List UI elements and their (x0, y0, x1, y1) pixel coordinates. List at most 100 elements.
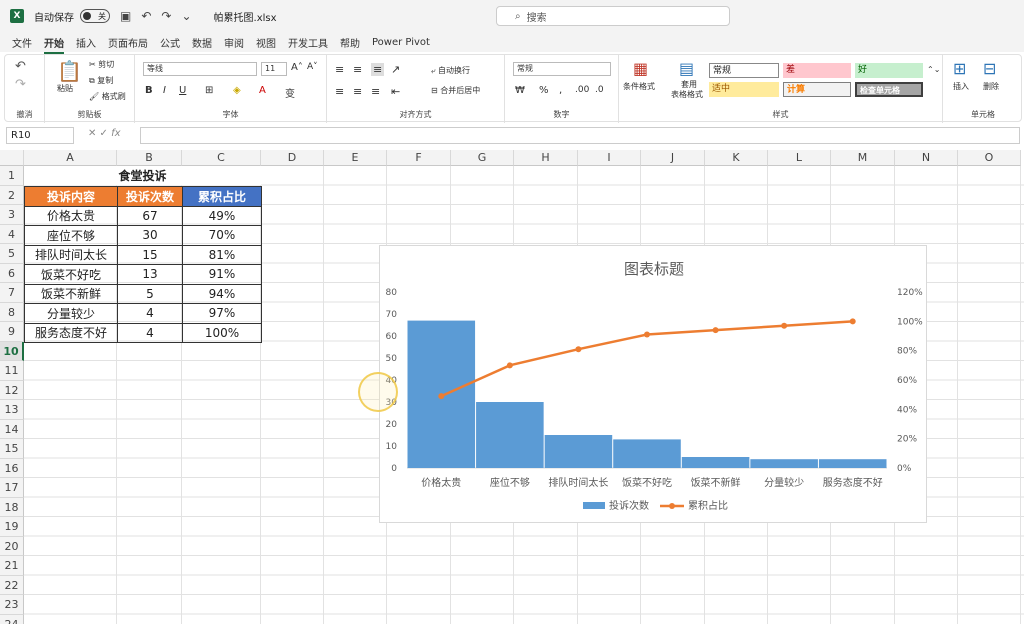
table-header-cell[interactable]: 累积占比 (182, 186, 262, 207)
column-header-L[interactable]: L (768, 150, 831, 166)
align-right-icon[interactable]: ≡ (371, 85, 380, 98)
column-header-E[interactable]: E (324, 150, 387, 166)
table-cell[interactable]: 30 (117, 225, 183, 246)
tab-4[interactable]: 公式 (160, 35, 180, 50)
conditional-format-icon[interactable]: ▦ (633, 59, 648, 78)
tab-8[interactable]: 开发工具 (288, 35, 328, 50)
row-header-14[interactable]: 14 (0, 419, 24, 439)
row-header-22[interactable]: 22 (0, 575, 24, 595)
align-center-icon[interactable]: ≡ (353, 85, 362, 98)
table-cell[interactable]: 饭菜不新鲜 (24, 283, 118, 304)
decrease-decimal-icon[interactable]: .0 (595, 85, 604, 95)
column-header-O[interactable]: O (958, 150, 1021, 166)
worksheet[interactable]: 食堂投诉 投诉内容 投诉次数 累积占比 价格太贵 67 49% 座位不够 30 70% 排队时间太… (0, 150, 1024, 624)
wrap-text-button[interactable]: ⤶ 自动换行 (431, 65, 470, 76)
save-icon[interactable]: ▣ (120, 9, 131, 23)
number-format-select[interactable]: 常规 (513, 62, 611, 76)
comma-icon[interactable]: , (559, 85, 562, 96)
tab-1[interactable]: 开始 (44, 35, 64, 54)
formula-controls[interactable]: ✕ ✓ fx (88, 128, 121, 139)
file-name[interactable]: 帕累托图.xlsx (214, 9, 277, 24)
border-icon[interactable]: ⊞ (205, 85, 213, 96)
row-header-23[interactable]: 23 (0, 595, 24, 615)
cut-button[interactable]: ✂ 剪切 (89, 59, 114, 70)
align-middle-icon[interactable]: ≡ (353, 63, 362, 76)
grow-font-icon[interactable]: A˄ (291, 62, 303, 73)
format-as-table-label-2[interactable]: 表格格式 (671, 89, 703, 100)
tab-6[interactable]: 审阅 (224, 35, 244, 50)
data-table[interactable]: 投诉内容 投诉次数 累积占比 价格太贵 67 49% 座位不够 30 70% 排队时间太长 15 81… (24, 186, 262, 343)
table-cell[interactable]: 4 (117, 322, 183, 343)
percent-icon[interactable]: % (539, 85, 549, 96)
italic-icon[interactable]: I (163, 85, 166, 96)
row-header-19[interactable]: 19 (0, 517, 24, 537)
tab-3[interactable]: 页面布局 (108, 35, 148, 50)
row-header-3[interactable]: 3 (0, 205, 24, 225)
row-header-4[interactable]: 4 (0, 224, 24, 244)
table-cell[interactable]: 服务态度不好 (24, 322, 118, 343)
copy-button[interactable]: ⧉ 复制 (89, 75, 113, 86)
column-header-N[interactable]: N (895, 150, 958, 166)
style-neutral[interactable]: 适中 (709, 82, 779, 97)
font-name-select[interactable]: 等线 (143, 62, 257, 76)
customize-icon[interactable]: ⌄ (181, 9, 191, 23)
table-title[interactable]: 食堂投诉 (24, 166, 261, 185)
underline-icon[interactable]: U (179, 85, 186, 96)
select-all-corner[interactable] (0, 150, 24, 166)
table-cell[interactable]: 价格太贵 (24, 205, 118, 226)
row-header-16[interactable]: 16 (0, 458, 24, 478)
autosave-toggle[interactable]: 关 (80, 9, 110, 23)
row-header-11[interactable]: 11 (0, 361, 24, 381)
align-bottom-icon[interactable]: ≡ (371, 63, 385, 76)
tab-7[interactable]: 视图 (256, 35, 276, 50)
table-header-cell[interactable]: 投诉内容 (24, 186, 118, 207)
table-cell[interactable]: 94% (182, 283, 262, 304)
table-cell[interactable]: 饭菜不好吃 (24, 264, 118, 285)
table-cell[interactable]: 97% (182, 303, 262, 324)
table-cell[interactable]: 15 (117, 244, 183, 265)
table-cell[interactable]: 49% (182, 205, 262, 226)
table-cell[interactable]: 4 (117, 303, 183, 324)
format-as-table-icon[interactable]: ▤ (679, 59, 694, 78)
row-header-7[interactable]: 7 (0, 283, 24, 303)
indent-icon[interactable]: ⇤ (391, 85, 400, 98)
tab-9[interactable]: 帮助 (340, 35, 360, 50)
bold-icon[interactable]: B (145, 85, 153, 96)
row-header-21[interactable]: 21 (0, 556, 24, 576)
insert-cells-button[interactable]: 插入 (953, 81, 969, 92)
undo-icon[interactable]: ↶ (15, 59, 26, 74)
paste-button[interactable]: 粘贴 (57, 83, 73, 94)
row-header-24[interactable]: 24 (0, 614, 24, 624)
tab-5[interactable]: 数据 (192, 35, 212, 50)
column-header-A[interactable]: A (24, 150, 117, 166)
column-header-C[interactable]: C (182, 150, 261, 166)
font-color-icon[interactable]: A (259, 85, 266, 96)
redo-icon[interactable]: ↷ (161, 9, 171, 23)
tab-0[interactable]: 文件 (12, 35, 32, 50)
undo-icon[interactable]: ↶ (141, 9, 151, 23)
row-header-13[interactable]: 13 (0, 400, 24, 420)
align-top-icon[interactable]: ≡ (335, 63, 344, 76)
shrink-font-icon[interactable]: A˅ (307, 62, 318, 72)
style-normal[interactable]: 常规 (709, 63, 779, 78)
table-cell[interactable]: 13 (117, 264, 183, 285)
redo-icon[interactable]: ↷ (15, 77, 26, 92)
font-size-select[interactable]: 11 (261, 62, 287, 76)
pareto-chart[interactable]: 图表标题 0 10 20 30 40 50 60 70 80 0% 20% 40% 60% 80% 100% 1… (379, 245, 927, 523)
row-header-2[interactable]: 2 (0, 185, 24, 205)
fx-icon[interactable]: fx (111, 128, 120, 139)
formula-input[interactable] (140, 127, 1020, 144)
column-header-K[interactable]: K (705, 150, 768, 166)
row-header-10[interactable]: 10 (0, 341, 24, 361)
style-calculation[interactable]: 计算 (783, 82, 851, 97)
orientation-icon[interactable]: ↗ (391, 63, 400, 76)
tab-10[interactable]: Power Pivot (372, 37, 430, 48)
row-header-8[interactable]: 8 (0, 302, 24, 322)
column-header-J[interactable]: J (641, 150, 705, 166)
paste-icon[interactable]: 📋 (57, 59, 82, 83)
delete-cells-icon[interactable]: ⊟ (983, 59, 996, 78)
table-cell[interactable]: 分量较少 (24, 303, 118, 324)
table-cell[interactable]: 91% (182, 264, 262, 285)
name-box[interactable]: R10 (6, 127, 74, 144)
table-cell[interactable]: 座位不够 (24, 225, 118, 246)
